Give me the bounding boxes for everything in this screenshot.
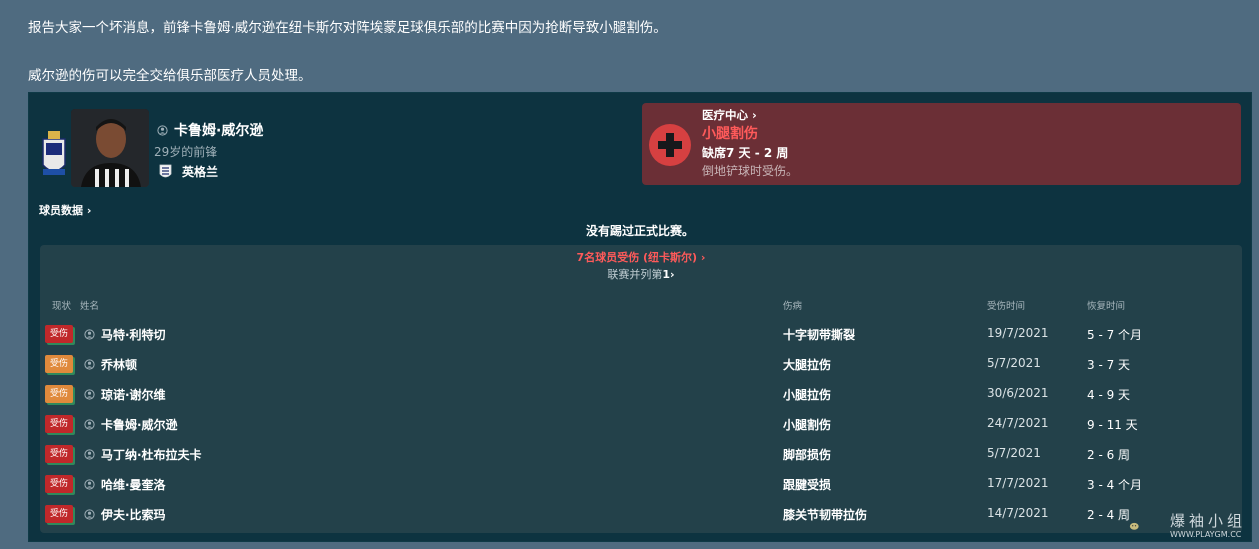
recovery-time: 9 - 11 天: [1087, 418, 1138, 432]
injured-players-panel: 7名球员受伤 (纽卡斯尔) › 联赛并列第1› 现状 姓名 伤病 受伤时间 恢复…: [40, 245, 1242, 533]
player-photo-icon: [71, 109, 149, 187]
player-nation-row[interactable]: 英格兰: [159, 163, 218, 180]
injury-date: 14/7/2021: [987, 506, 1049, 520]
injury-status-badge: 受伤: [45, 475, 73, 493]
injury-type: 小腿割伤: [702, 126, 758, 142]
injured-count-link[interactable]: 7名球员受伤 (纽卡斯尔) ›: [40, 249, 1242, 265]
recovery-time: 2 - 6 周: [1087, 448, 1131, 462]
table-row[interactable]: 受伤 哈维·曼奎洛 跟腱受损 17/7/2021 3 - 4 个月: [40, 471, 1242, 501]
injured-player-name[interactable]: 伊夫·比索玛: [101, 506, 166, 523]
person-icon: [84, 509, 95, 520]
table-row[interactable]: 受伤 马特·利特切 十字韧带撕裂 19/7/2021 5 - 7 个月: [40, 321, 1242, 351]
injury-description: 跟腱受损: [783, 478, 832, 492]
column-header-name[interactable]: 姓名: [80, 298, 99, 312]
injury-status-badge: 受伤: [45, 505, 73, 523]
player-nation: 英格兰: [182, 165, 219, 179]
news-message-line-1: 报告大家一个坏消息，前锋卡鲁姆·威尔逊在纽卡斯尔对阵埃蒙足球俱乐部的比赛中因为抢…: [28, 20, 667, 36]
person-icon: [84, 359, 95, 370]
person-icon: [84, 329, 95, 340]
watermark-url: WWW.PLAYGM.CC: [1170, 530, 1242, 539]
person-icon: [157, 124, 168, 136]
injury-description: 脚部损伤: [783, 448, 832, 462]
injury-date: 5/7/2021: [987, 356, 1041, 370]
injury-date: 17/7/2021: [987, 476, 1049, 490]
injury-description: 膝关节韧带拉伤: [783, 508, 868, 522]
recovery-time: 4 - 9 天: [1087, 388, 1131, 402]
player-injury-card: 卡鲁姆·威尔逊 29岁的前锋 英格兰 球员数据 › 医疗中心 › 小腿割伤 缺席…: [28, 92, 1252, 542]
injury-description: 十字韧带撕裂: [783, 328, 856, 342]
column-header-injury[interactable]: 伤病: [783, 298, 802, 312]
table-row[interactable]: 受伤 琼诺·谢尔维 小腿拉伤 30/6/2021 4 - 9 天: [40, 381, 1242, 411]
league-rank-prefix: 联赛并列第: [607, 268, 663, 281]
player-age-position: 29岁的前锋: [154, 145, 218, 159]
person-icon: [84, 449, 95, 460]
league-rank[interactable]: 联赛并列第1›: [40, 266, 1242, 282]
league-rank-chevron: ›: [670, 268, 675, 281]
player-portrait[interactable]: [71, 109, 149, 187]
watermark-text: 爆袖小组: [1170, 512, 1247, 530]
recovery-time: 3 - 7 天: [1087, 358, 1131, 372]
person-icon: [84, 479, 95, 490]
injury-description: 小腿拉伤: [783, 388, 832, 402]
injury-description: 小腿割伤: [783, 418, 832, 432]
injured-player-name[interactable]: 琼诺·谢尔维: [101, 386, 166, 403]
injured-player-name[interactable]: 马丁纳·杜布拉夫卡: [101, 446, 202, 463]
medical-center-panel: 医疗中心 › 小腿割伤 缺席7 天 - 2 周 倒地铲球时受伤。: [642, 103, 1241, 185]
medical-center-link[interactable]: 医疗中心 ›: [702, 107, 757, 123]
injury-status-badge: 受伤: [45, 355, 73, 373]
recovery-time: 2 - 4 周: [1087, 508, 1131, 522]
recovery-time: 5 - 7 个月: [1087, 328, 1143, 342]
injury-date: 5/7/2021: [987, 446, 1041, 460]
england-crest-icon: [159, 164, 172, 177]
table-row[interactable]: 受伤 乔林顿 大腿拉伤 5/7/2021 3 - 7 天: [40, 351, 1242, 381]
injury-description: 大腿拉伤: [783, 358, 832, 372]
person-icon: [84, 419, 95, 430]
injury-date: 19/7/2021: [987, 326, 1049, 340]
table-row[interactable]: 受伤 伊夫·比索玛 膝关节韧带拉伤 14/7/2021 2 - 4 周: [40, 501, 1242, 531]
injury-date: 24/7/2021: [987, 416, 1049, 430]
news-message-line-2: 威尔逊的伤可以完全交给俱乐部医疗人员处理。: [28, 68, 312, 84]
injury-status-badge: 受伤: [45, 415, 73, 433]
column-header-recovery[interactable]: 恢复时间: [1087, 298, 1125, 312]
injury-status-badge: 受伤: [45, 325, 73, 343]
injury-date: 30/6/2021: [987, 386, 1049, 400]
injury-status-badge: 受伤: [45, 445, 73, 463]
injured-player-name[interactable]: 马特·利特切: [101, 326, 166, 343]
column-header-status[interactable]: 现状: [52, 298, 71, 312]
league-rank-value: 1: [662, 268, 671, 281]
recovery-time: 3 - 4 个月: [1087, 478, 1143, 492]
table-row[interactable]: 受伤 卡鲁姆·威尔逊 小腿割伤 24/7/2021 9 - 11 天: [40, 411, 1242, 441]
injury-status-badge: 受伤: [45, 385, 73, 403]
injured-player-name[interactable]: 乔林顿: [101, 356, 137, 373]
player-data-link[interactable]: 球员数据 ›: [39, 202, 91, 218]
person-icon: [84, 389, 95, 400]
player-name-row[interactable]: 卡鲁姆·威尔逊: [157, 120, 263, 140]
medical-cross-icon: [649, 124, 691, 166]
watermark-mascot-icon: [1129, 522, 1139, 530]
injured-player-name[interactable]: 卡鲁姆·威尔逊: [101, 416, 178, 433]
player-name[interactable]: 卡鲁姆·威尔逊: [174, 120, 263, 140]
newcastle-crest-icon[interactable]: [39, 125, 69, 185]
table-row[interactable]: 受伤 马丁纳·杜布拉夫卡 脚部损伤 5/7/2021 2 - 6 周: [40, 441, 1242, 471]
no-match-notice: 没有踢过正式比赛。: [585, 224, 694, 238]
injury-cause: 倒地铲球时受伤。: [702, 164, 799, 178]
injury-absence: 缺席7 天 - 2 周: [702, 146, 789, 160]
injured-player-name[interactable]: 哈维·曼奎洛: [101, 476, 166, 493]
column-header-date[interactable]: 受伤时间: [987, 298, 1025, 312]
